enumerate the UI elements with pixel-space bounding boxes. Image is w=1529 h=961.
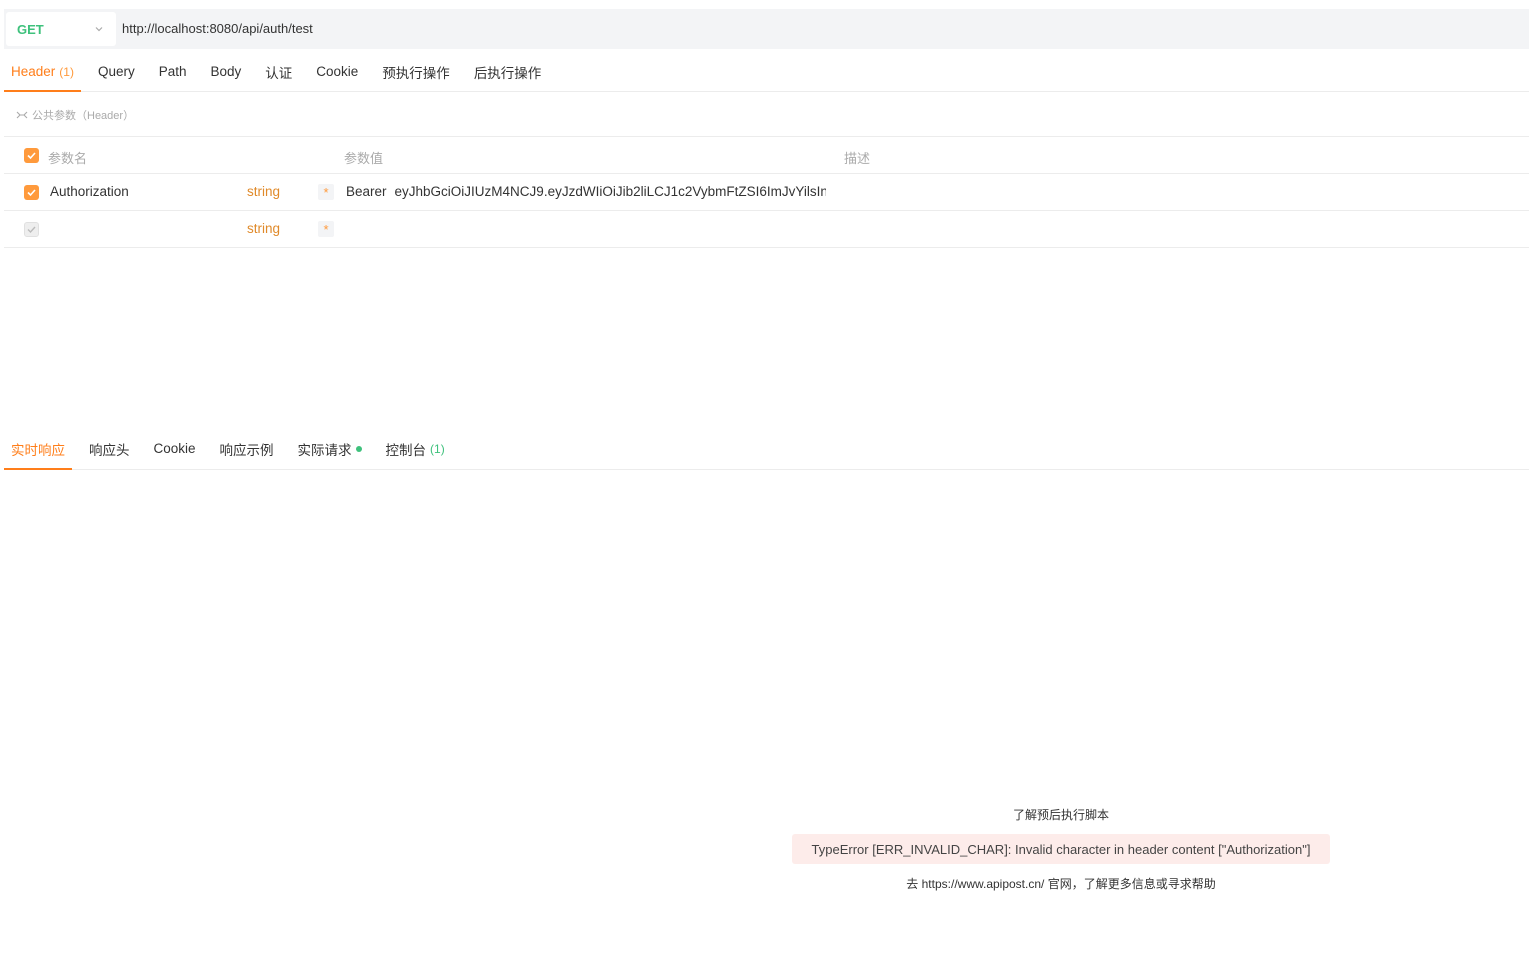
param-value-input[interactable]: Bearer eyJhbGciOiJIUzM4NCJ9.eyJzdWIiOiJib… — [346, 184, 826, 199]
tab-label: 预执行操作 — [382, 65, 450, 81]
tab-label: 实际请求 — [297, 442, 352, 458]
tab-console[interactable]: 控制台 (1) — [379, 428, 452, 469]
tab-actual-request[interactable]: 实际请求 — [291, 428, 369, 469]
help-text: 去 https://www.apipost.cn/ 官网，了解更多信息或寻求帮助 — [906, 877, 1216, 891]
select-all-checkbox[interactable] — [24, 148, 39, 163]
check-icon — [27, 152, 36, 160]
tab-label: 认证 — [265, 65, 293, 81]
tab-cookie[interactable]: Cookie — [309, 52, 365, 91]
tab-label: Cookie — [316, 64, 359, 79]
required-toggle[interactable]: * — [318, 221, 334, 237]
param-table: 参数名 参数值 描述 Authorization string * Bearer… — [4, 136, 1529, 248]
tab-label: 响应头 — [89, 442, 130, 458]
request-tabs: Header (1) Query Path Body 认证 Cookie 预执行… — [4, 52, 1529, 92]
column-header-name: 参数名 — [48, 151, 88, 166]
status-dot — [355, 445, 362, 452]
url-input[interactable]: http://localhost:8080/api/auth/test — [122, 9, 1502, 49]
error-message: TypeError [ERR_INVALID_CHAR]: Invalid ch… — [792, 834, 1330, 864]
tab-label: 实时响应 — [11, 442, 65, 458]
url-bar: GET http://localhost:8080/api/auth/test — [4, 9, 1529, 49]
method-select[interactable]: GET — [6, 12, 116, 46]
tab-response-cookie[interactable]: Cookie — [147, 428, 203, 469]
expand-icon — [16, 111, 28, 119]
tab-post-script[interactable]: 后执行操作 — [467, 52, 549, 91]
tab-header[interactable]: Header (1) — [4, 52, 81, 92]
value-token: eyJhbGciOiJIUzM4NCJ9.eyJzdWIiOiJib2liLCJ… — [394, 184, 826, 199]
response-tabs: 实时响应 响应头 Cookie 响应示例 实际请求 控制台 (1) — [4, 428, 1529, 470]
param-type-select[interactable]: string — [247, 221, 280, 236]
table-row: Authorization string * Bearer eyJhbGciOiJ… — [4, 174, 1529, 211]
learn-script-link[interactable]: 了解预后执行脚本 — [792, 806, 1330, 823]
value-prefix: Bearer — [346, 184, 387, 199]
tab-label: 后执行操作 — [473, 65, 542, 81]
check-icon — [27, 189, 36, 197]
tab-label: Header — [11, 64, 56, 79]
tab-label: Path — [158, 64, 187, 79]
tab-label: Cookie — [153, 441, 196, 456]
check-icon — [27, 226, 36, 234]
tab-label: Query — [97, 64, 135, 79]
tab-label: 响应示例 — [219, 442, 274, 458]
column-header-value: 参数值 — [344, 151, 384, 166]
row-checkbox[interactable] — [24, 222, 39, 237]
common-params-toggle[interactable]: 公共参数（Header） — [16, 107, 134, 123]
table-row: string * — [4, 211, 1529, 248]
chevron-down-icon — [95, 27, 103, 32]
column-header-desc: 描述 — [844, 151, 871, 166]
tab-pre-script[interactable]: 预执行操作 — [375, 52, 457, 91]
tab-response-headers[interactable]: 响应头 — [82, 428, 137, 469]
method-label: GET — [17, 21, 44, 37]
tab-response-example[interactable]: 响应示例 — [213, 428, 281, 469]
tab-query[interactable]: Query — [91, 52, 142, 91]
common-params-label: 公共参数（Header） — [32, 110, 135, 122]
tab-path[interactable]: Path — [152, 52, 194, 91]
tab-body[interactable]: Body — [204, 52, 249, 91]
param-table-header: 参数名 参数值 描述 — [4, 137, 1529, 174]
row-checkbox[interactable] — [24, 185, 39, 200]
tab-count: (1) — [430, 441, 445, 456]
tab-label: Body — [210, 64, 242, 79]
tab-label: 控制台 — [385, 442, 427, 458]
tab-live-response[interactable]: 实时响应 — [4, 428, 72, 470]
tab-auth[interactable]: 认证 — [258, 52, 299, 91]
param-type-select[interactable]: string — [247, 184, 280, 199]
param-name-input[interactable]: Authorization — [50, 184, 240, 199]
tab-count: (1) — [59, 64, 74, 79]
required-toggle[interactable]: * — [318, 184, 334, 200]
